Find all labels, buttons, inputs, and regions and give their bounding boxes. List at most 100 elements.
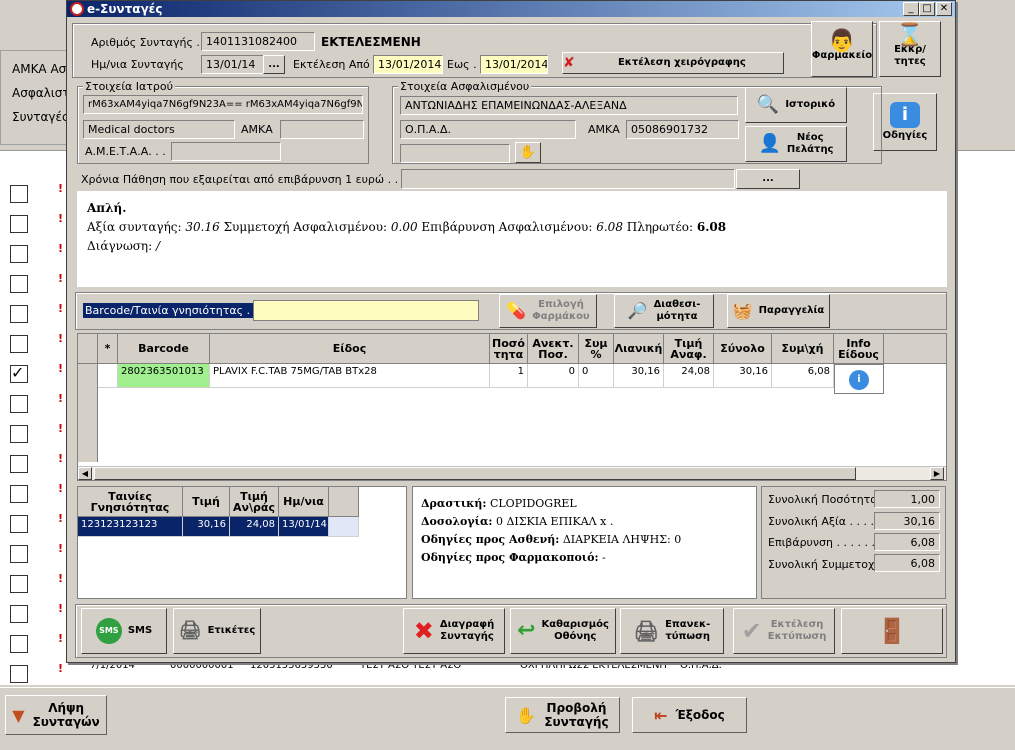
exit-dialog-button[interactable]: 🚪 <box>841 608 943 654</box>
horizontal-scrollbar[interactable]: ◀ ▶ <box>78 466 946 480</box>
add-user-icon: 👤 <box>758 133 781 154</box>
tape-cell-code[interactable]: 123123123123 <box>78 517 183 537</box>
table-cell-ref-price[interactable]: 24,08 <box>664 364 714 388</box>
total-qty-label: Συνολική Ποσότητα <box>768 493 878 506</box>
insured-fund-field[interactable]: Ο.Π.Α.Δ. <box>400 120 576 139</box>
scroll-right-icon[interactable]: ▶ <box>930 467 944 480</box>
row-checkbox[interactable] <box>10 485 28 503</box>
row-checkbox[interactable] <box>10 605 28 623</box>
exec-from-field[interactable]: 13/01/2014 <box>373 55 443 74</box>
tapes-col-code: Ταινίες Γνησιότητας <box>78 487 183 517</box>
new-client-button[interactable]: 👤 Νέος Πελάτης <box>745 126 847 162</box>
row-checkbox[interactable] <box>10 425 28 443</box>
total-participation-label: Συνολική Συμμετοχή <box>768 558 882 571</box>
row-checkbox[interactable] <box>10 275 28 293</box>
tape-cell-extra[interactable] <box>329 517 359 537</box>
row-checkbox[interactable] <box>10 575 28 593</box>
table-cell-qty[interactable]: 1 <box>490 364 528 388</box>
warning-icon: ! <box>58 542 64 555</box>
cross-icon: ✘ <box>563 55 575 71</box>
col-item: Είδος <box>210 334 490 364</box>
info-icon[interactable]: i <box>849 370 869 390</box>
row-checkbox[interactable] <box>10 515 28 533</box>
checkmark-icon: ✔ <box>741 617 762 645</box>
rx-number-field[interactable]: 1401131082400 <box>201 32 315 51</box>
delete-icon: ✖ <box>413 617 434 645</box>
scroll-thumb[interactable] <box>94 467 856 480</box>
barcode-input[interactable] <box>253 300 479 321</box>
rx-date-field[interactable]: 13/01/14 <box>201 55 265 74</box>
table-cell-barcode[interactable]: 2802363501013 <box>118 364 210 388</box>
close-button[interactable]: ✕ <box>936 2 952 16</box>
insured-extra-field[interactable] <box>400 144 510 163</box>
table-cell-pct[interactable]: 0 <box>579 364 614 388</box>
row-checkbox[interactable] <box>10 215 28 233</box>
row-checkbox[interactable] <box>10 305 28 323</box>
execute-print-button[interactable]: ✔ Εκτέλεση Εκτύπωση <box>733 608 835 654</box>
row-checkbox[interactable]: ✓ <box>10 365 28 383</box>
insured-amka-field[interactable]: 05086901732 <box>626 120 739 139</box>
tape-cell-price[interactable]: 30,16 <box>183 517 230 537</box>
view-prescription-button[interactable]: ✋ Προβολή Συνταγής <box>505 697 620 733</box>
prescription-summary: Απλή. Αξία συνταγής: 30.16 Συμμετοχή Ασφ… <box>77 191 947 287</box>
doctor-ameta-field[interactable] <box>171 142 281 161</box>
rx-date-label: Ημ/νια Συνταγής <box>91 58 184 71</box>
receive-prescriptions-button[interactable]: ▼ Λήψη Συνταγών <box>5 695 107 735</box>
col-info: Info Είδους <box>834 334 884 364</box>
doctor-name-field[interactable]: rM63xAM4yiqa7N6gf9N23A== rM63xAM4yiqa7N6… <box>83 95 363 114</box>
row-checkbox[interactable] <box>10 185 28 203</box>
table-cell-participation[interactable]: 6,08 <box>772 364 834 388</box>
choose-drug-button[interactable]: 💊 Επιλογή Φαρμάκου <box>499 294 597 328</box>
receive-icon: ▼ <box>12 705 25 725</box>
table-cell-tolerance[interactable]: 0 <box>528 364 579 388</box>
minimize-button[interactable]: _ <box>903 2 919 16</box>
hourglass-icon: ⌛ <box>896 23 924 48</box>
table-cell-item[interactable]: PLAVIX F.C.TAB 75MG/TAB BTx28 <box>210 364 490 388</box>
row-checkbox[interactable] <box>10 545 28 563</box>
delete-prescription-button[interactable]: ✖ Διαγραφή Συνταγής <box>403 608 505 654</box>
manual-execution-button[interactable]: ✘ Εκτέλεση χειρόγραφης <box>562 52 784 74</box>
insured-hand-button[interactable]: ✋ <box>515 142 541 163</box>
table-cell-star <box>98 364 118 388</box>
instructions-button[interactable]: i Οδηγίες <box>873 93 937 151</box>
history-button[interactable]: 🔍 Ιστορικό <box>745 87 847 123</box>
warning-icon: ! <box>58 272 64 285</box>
scroll-left-icon[interactable]: ◀ <box>78 467 92 480</box>
insured-name-field[interactable]: ΑΝΤΩΝΙΑΔΗΣ ΕΠΑΜΕΙΝΩΝΔΑΣ-ΑΛΕΞΑΝΔ <box>400 96 738 115</box>
rx-date-browse-button[interactable]: ... <box>263 55 285 74</box>
table-cell-retail[interactable]: 30,16 <box>614 364 664 388</box>
col-tolerance: Ανεκτ. Ποσ. <box>528 334 579 364</box>
availability-button[interactable]: 🔎 Διαθεσι- μότητα <box>614 294 714 328</box>
bg-label-insurance: Ασφαλιστι <box>12 86 74 100</box>
row-checkbox[interactable] <box>10 395 28 413</box>
clear-screen-button[interactable]: ↩ Καθαρισμός Οθόνης <box>510 608 616 654</box>
info-bubble-icon: i <box>890 102 920 128</box>
pharmacy-button[interactable]: 👨 Φαρμακείο <box>811 21 873 77</box>
row-checkbox[interactable] <box>10 665 28 683</box>
order-button[interactable]: 🧺 Παραγγελία <box>727 294 830 328</box>
chronic-field[interactable] <box>401 169 735 189</box>
eprescription-dialog: e-Συνταγές _ □ ✕ Αριθμός Συνταγής . . 14… <box>66 0 956 663</box>
barcode-label: Barcode/Ταινία γνησιότητας . . . . <box>83 303 274 318</box>
doctor-specialty-field[interactable]: Medical doctors <box>83 120 235 139</box>
row-checkbox[interactable] <box>10 455 28 473</box>
maximize-button[interactable]: □ <box>919 2 935 16</box>
until-field[interactable]: 13/01/2014 <box>480 55 548 74</box>
sms-button[interactable]: SMS SMS <box>81 608 167 654</box>
tape-cell-ref[interactable]: 24,08 <box>230 517 279 537</box>
row-checkbox[interactable] <box>10 245 28 263</box>
table-cell-info[interactable]: i <box>834 364 884 394</box>
row-selector-header <box>78 334 98 364</box>
labels-button[interactable]: 🖨 Ετικέτες <box>173 608 261 654</box>
reprint-button[interactable]: 🖨 Επανεκ- τύπωση <box>620 608 724 654</box>
tapes-col-ref: Τιμή Αν\ράς <box>230 487 279 517</box>
pending-button[interactable]: ⌛ Εκκρ/τητες <box>879 21 941 77</box>
tape-cell-date[interactable]: 13/01/14 <box>279 517 329 537</box>
warning-icon: ! <box>58 602 64 615</box>
row-checkbox[interactable] <box>10 335 28 353</box>
table-cell-total[interactable]: 30,16 <box>714 364 772 388</box>
exit-app-button[interactable]: ⇤ Έξοδος <box>632 697 747 733</box>
row-checkbox[interactable] <box>10 635 28 653</box>
doctor-amka-field[interactable] <box>280 120 364 139</box>
chronic-browse-button[interactable]: ... <box>736 169 800 189</box>
